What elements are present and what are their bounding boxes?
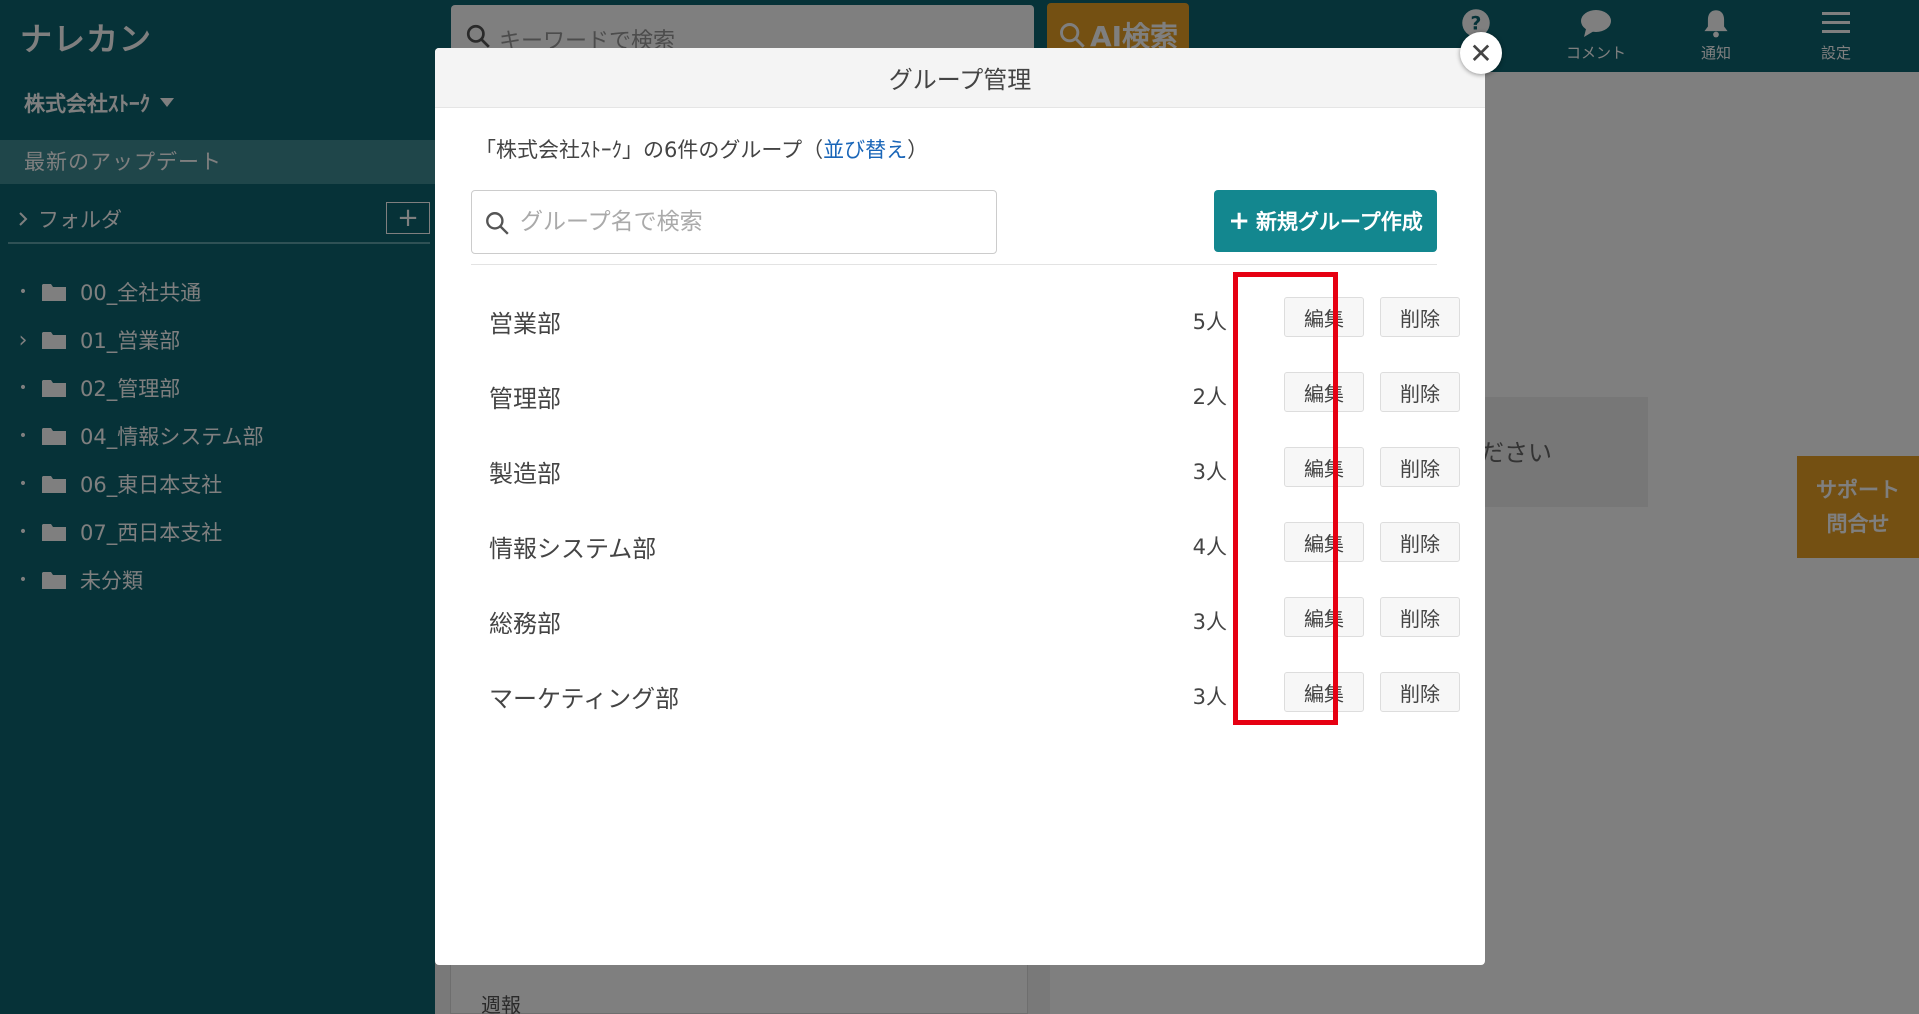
summary-prefix: 「株式会社ｽﾄｰｸ」の6件のグループ（ <box>475 138 824 162</box>
new-group-label: 新規グループ作成 <box>1256 210 1423 234</box>
summary-suffix: ） <box>907 138 929 162</box>
new-group-button[interactable]: + 新規グループ作成 <box>1214 190 1437 252</box>
group-search-input[interactable] <box>520 201 980 243</box>
group-name: 営業部 <box>489 310 561 338</box>
delete-group-button[interactable]: 削除 <box>1380 297 1460 337</box>
group-search <box>471 190 997 254</box>
group-name: 総務部 <box>489 610 561 638</box>
delete-group-button[interactable]: 削除 <box>1380 672 1460 712</box>
edit-buttons-highlight <box>1233 272 1338 725</box>
modal-title: グループ管理 <box>888 66 1032 94</box>
plus-icon: + <box>1228 206 1251 236</box>
close-modal-button[interactable]: ✕ <box>1460 32 1502 74</box>
group-name: マーケティング部 <box>489 685 680 713</box>
delete-group-button[interactable]: 削除 <box>1380 447 1460 487</box>
group-summary: 「株式会社ｽﾄｰｸ」の6件のグループ（並び替え） <box>475 134 928 164</box>
search-icon <box>486 212 509 235</box>
modal-header: グループ管理 <box>435 48 1485 108</box>
delete-group-button[interactable]: 削除 <box>1380 597 1460 637</box>
divider <box>471 264 1437 265</box>
group-name: 情報システム部 <box>489 535 657 563</box>
group-member-count: 3人 <box>1192 460 1227 484</box>
group-member-count: 5人 <box>1192 310 1227 334</box>
delete-group-button[interactable]: 削除 <box>1380 522 1460 562</box>
sort-link[interactable]: 並び替え <box>823 138 907 162</box>
group-member-count: 3人 <box>1192 685 1227 709</box>
group-member-count: 3人 <box>1192 610 1227 634</box>
group-member-count: 2人 <box>1192 385 1227 409</box>
close-icon: ✕ <box>1469 36 1493 70</box>
group-name: 製造部 <box>489 460 561 488</box>
group-member-count: 4人 <box>1192 535 1227 559</box>
delete-group-button[interactable]: 削除 <box>1380 372 1460 412</box>
group-name: 管理部 <box>489 385 561 413</box>
